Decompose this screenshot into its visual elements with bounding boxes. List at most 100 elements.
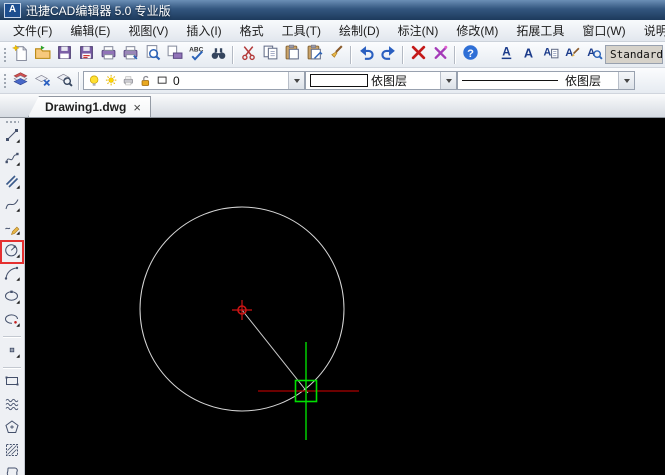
title-bar: A 迅捷CAD编辑器 5.0 专业版	[0, 0, 665, 20]
save-as-dwg-button[interactable]	[75, 44, 97, 66]
delete-icon	[410, 44, 427, 66]
layer-combo[interactable]: 0	[83, 71, 305, 90]
toolbar-separator	[350, 45, 352, 64]
quick-print-icon	[122, 44, 139, 66]
layer-manager-button[interactable]	[9, 70, 31, 92]
spell-check-icon: ABC	[188, 44, 205, 66]
line-tool-button[interactable]	[2, 127, 22, 147]
paste-button[interactable]	[281, 44, 303, 66]
polyline-tool-button[interactable]	[2, 150, 22, 170]
circle-tool-button[interactable]	[0, 240, 24, 264]
text-style-combo-value: Standard	[610, 48, 663, 61]
layer-combo-dropdown-arrow[interactable]	[288, 72, 304, 89]
plot-button[interactable]	[163, 44, 185, 66]
open-file-button[interactable]	[31, 44, 53, 66]
double-line-tool-button[interactable]	[2, 173, 22, 193]
polyline-tool-icon	[4, 150, 20, 171]
palette-drag-handle[interactable]	[5, 120, 19, 124]
text-underline-button[interactable]: A	[495, 44, 517, 66]
swatch-icon[interactable]	[156, 74, 170, 88]
chevron-down-icon	[623, 78, 630, 83]
point-tool-button[interactable]	[2, 342, 22, 362]
menu-item-express[interactable]: 拓展工具	[507, 20, 573, 41]
single-line-text-button[interactable]: A	[517, 44, 539, 66]
tab-close-icon[interactable]: ×	[133, 101, 141, 114]
edit-text-button[interactable]: A	[561, 44, 583, 66]
revision-cloud-tool-button[interactable]	[2, 396, 22, 416]
spline-tool-button[interactable]	[2, 196, 22, 216]
find-icon	[210, 44, 227, 66]
svg-text:?: ?	[467, 47, 474, 59]
help-button[interactable]: ?	[459, 44, 481, 66]
sun-icon[interactable]	[105, 74, 119, 88]
sketch-tool-button[interactable]	[2, 219, 22, 239]
palette-separator	[3, 336, 21, 338]
undo-icon	[358, 44, 375, 66]
print-preview-icon	[144, 44, 161, 66]
menu-item-help[interactable]: 说明(H)	[635, 20, 665, 41]
rectangle-tool-button[interactable]	[2, 373, 22, 393]
menu-item-window[interactable]: 窗口(W)	[573, 20, 634, 41]
paste-special-button[interactable]	[303, 44, 325, 66]
menu-item-view[interactable]: 视图(V)	[119, 20, 177, 41]
copy-button[interactable]	[259, 44, 281, 66]
lock-open-icon[interactable]	[139, 74, 153, 88]
find-text-button[interactable]: A	[583, 44, 605, 66]
redo-button[interactable]	[377, 44, 399, 66]
region-tool-button[interactable]	[2, 465, 22, 475]
menu-item-draw[interactable]: 绘制(D)	[330, 20, 389, 41]
linetype-combo[interactable]: 依图层	[457, 71, 635, 90]
toolbar-drag-handle[interactable]	[2, 45, 6, 64]
drawing-viewport	[25, 118, 665, 475]
quick-print-button[interactable]	[119, 44, 141, 66]
save-button[interactable]	[53, 44, 75, 66]
drawing-canvas[interactable]	[25, 118, 665, 475]
open-file-icon	[34, 44, 51, 66]
delete-button[interactable]	[407, 44, 429, 66]
circle-tool-icon	[4, 242, 20, 263]
text-find-icon: A	[586, 44, 603, 66]
print-button[interactable]	[97, 44, 119, 66]
bulb-icon[interactable]	[88, 74, 102, 88]
color-swatch	[310, 74, 368, 87]
hatch-tool-button[interactable]	[2, 442, 22, 462]
menu-item-modify[interactable]: 修改(M)	[447, 20, 507, 41]
text-style-combo[interactable]: Standard	[605, 45, 663, 64]
printer-gray-icon[interactable]	[122, 74, 136, 88]
menu-item-edit[interactable]: 编辑(E)	[61, 20, 119, 41]
hatch-tool-icon	[4, 442, 20, 463]
arc-tool-button[interactable]	[2, 265, 22, 285]
tab-label: Drawing1.dwg	[45, 100, 127, 114]
ellipse-tool-button[interactable]	[2, 288, 22, 308]
print-icon	[100, 44, 117, 66]
menu-item-dimension[interactable]: 标注(N)	[389, 20, 448, 41]
layer-off-button[interactable]	[31, 70, 53, 92]
color-combo-dropdown-arrow[interactable]	[440, 72, 456, 89]
format-painter-button[interactable]	[325, 44, 347, 66]
color-combo[interactable]: 依图层	[305, 71, 457, 90]
linetype-combo-dropdown-arrow[interactable]	[618, 72, 634, 89]
polygon-tool-button[interactable]	[2, 419, 22, 439]
text-style-icon: A	[542, 44, 559, 66]
new-file-button[interactable]	[9, 44, 31, 66]
print-preview-button[interactable]	[141, 44, 163, 66]
spell-check-button[interactable]: ABC	[185, 44, 207, 66]
menu-item-format[interactable]: 格式	[231, 20, 273, 41]
menu-item-insert[interactable]: 插入(I)	[177, 20, 230, 41]
find-button[interactable]	[207, 44, 229, 66]
text-edit-icon: A	[564, 44, 581, 66]
toolbar-drag-handle[interactable]	[2, 71, 6, 90]
text-style-button[interactable]: A	[539, 44, 561, 66]
menu-item-tools[interactable]: 工具(T)	[273, 20, 330, 41]
layer-properties-button[interactable]	[53, 70, 75, 92]
undo-button[interactable]	[355, 44, 377, 66]
standard-toolbar: ABC? A A A A A Standard	[0, 42, 665, 68]
purge-icon	[432, 44, 449, 66]
paste-icon	[284, 44, 301, 66]
menu-item-file[interactable]: 文件(F)	[4, 20, 61, 41]
cut-button[interactable]	[237, 44, 259, 66]
ellipse-arc-tool-button[interactable]	[2, 311, 22, 331]
toolbar-separator	[232, 45, 234, 64]
purge-button[interactable]	[429, 44, 451, 66]
tab-drawing1[interactable]: Drawing1.dwg ×	[28, 96, 151, 117]
